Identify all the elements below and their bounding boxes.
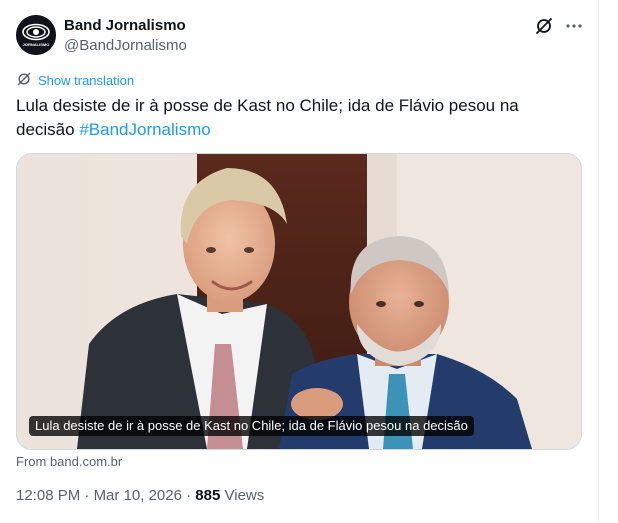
hashtag-link[interactable]: #BandJornalismo (79, 120, 210, 139)
more-icon[interactable] (564, 16, 584, 36)
account-handle[interactable]: @BandJornalismo (64, 36, 187, 56)
show-translation-label[interactable]: Show translation (38, 72, 134, 90)
grok-icon[interactable] (534, 16, 554, 36)
show-translation-link[interactable]: Show translation (16, 72, 134, 90)
meta-separator: · (84, 487, 90, 504)
tweet-meta: 12:08 PM · Mar 10, 2026 · 885 Views (16, 486, 264, 506)
band-logo: JORNALISMO (16, 15, 56, 55)
meta-separator: · (186, 487, 192, 504)
translate-icon (16, 71, 32, 92)
column-divider (598, 0, 599, 523)
tweet-time[interactable]: 12:08 PM (16, 487, 80, 504)
card-source[interactable]: From band.com.br (16, 453, 122, 471)
tweet-header: JORNALISMO Band Jornalismo @BandJornalis… (16, 14, 596, 58)
views-label: Views (224, 487, 265, 504)
views-count: 885 (195, 487, 221, 504)
avatar[interactable]: JORNALISMO (16, 15, 56, 55)
link-card[interactable]: Lula desiste de ir à posse de Kast no Ch… (16, 153, 582, 450)
tweet-text: Lula desiste de ir à posse de Kast no Ch… (16, 94, 576, 142)
article-photo (17, 154, 581, 449)
tweet-date[interactable]: Mar 10, 2026 (94, 487, 182, 504)
card-caption: Lula desiste de ir à posse de Kast no Ch… (29, 416, 474, 436)
avatar-text: JORNALISMO (23, 42, 50, 47)
account-name[interactable]: Band Jornalismo (64, 16, 186, 36)
